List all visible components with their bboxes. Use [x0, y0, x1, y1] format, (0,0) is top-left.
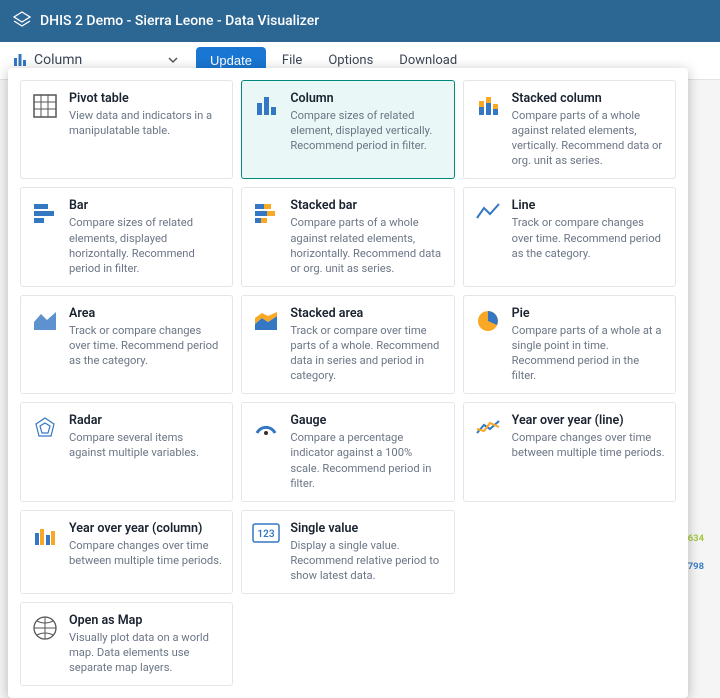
vis-type-body: Single value Display a single value. Rec… — [290, 521, 443, 583]
vis-type-body: Gauge Compare a percentage indicator aga… — [290, 413, 443, 490]
vis-type-card-yoy-column[interactable]: Year over year (column) Compare changes … — [20, 510, 233, 594]
vis-type-card-yoy-line[interactable]: Year over year (line) Compare changes ov… — [463, 402, 676, 501]
column-icon — [252, 93, 280, 121]
vis-type-card-bar[interactable]: Bar Compare sizes of related elements, d… — [20, 187, 233, 286]
vis-type-grid: Pivot table View data and indicators in … — [20, 80, 676, 686]
vis-type-body: Stacked column Compare parts of a whole … — [512, 91, 665, 168]
vis-type-body: Column Compare sizes of related element,… — [290, 91, 443, 168]
vis-type-body: Year over year (line) Compare changes ov… — [512, 413, 665, 490]
vis-type-card-stacked-bar[interactable]: Stacked bar Compare parts of a whole aga… — [241, 187, 454, 286]
svg-text:123: 123 — [258, 529, 275, 540]
vis-type-card-stacked-column[interactable]: Stacked column Compare parts of a whole … — [463, 80, 676, 179]
vis-type-body: Bar Compare sizes of related elements, d… — [69, 198, 222, 275]
bar-icon — [31, 200, 59, 228]
vis-type-body: Pivot table View data and indicators in … — [69, 91, 222, 168]
vis-type-title: Pivot table — [69, 91, 222, 106]
vis-type-body: Stacked bar Compare parts of a whole aga… — [290, 198, 443, 275]
single-value-icon: 123 — [252, 523, 280, 551]
vis-type-desc: Track or compare changes over time. Reco… — [512, 215, 665, 260]
vis-type-desc: Compare several items against multiple v… — [69, 430, 222, 460]
vis-type-desc: Track or compare changes over time. Reco… — [69, 323, 222, 368]
chevron-down-icon — [168, 55, 178, 65]
yoy-column-icon — [31, 523, 59, 551]
vis-type-title: Pie — [512, 306, 665, 321]
vis-type-card-pie[interactable]: Pie Compare parts of a whole at a single… — [463, 295, 676, 394]
line-icon — [474, 200, 502, 228]
vis-type-desc: View data and indicators in a manipulata… — [69, 108, 222, 138]
vis-type-desc: Display a single value. Recommend relati… — [290, 538, 443, 583]
vis-type-desc: Compare sizes of related elements, displ… — [69, 215, 222, 275]
app-header: DHIS 2 Demo - Sierra Leone - Data Visual… — [0, 0, 720, 42]
vis-type-card-gauge[interactable]: Gauge Compare a percentage indicator aga… — [241, 402, 454, 501]
stacked-area-icon — [252, 308, 280, 336]
vis-type-desc: Compare parts of a whole at a single poi… — [512, 323, 665, 383]
vis-type-desc: Track or compare over time parts of a wh… — [290, 323, 443, 383]
vis-type-title: Stacked area — [290, 306, 443, 321]
vis-type-body: Area Track or compare changes over time.… — [69, 306, 222, 383]
vis-type-desc: Compare sizes of related element, displa… — [290, 108, 443, 153]
radar-icon — [31, 415, 59, 443]
vis-type-card-column[interactable]: Column Compare sizes of related element,… — [241, 80, 454, 179]
app-title: DHIS 2 Demo - Sierra Leone - Data Visual… — [40, 13, 319, 29]
vis-type-body: Radar Compare several items against mult… — [69, 413, 222, 490]
vis-type-title: Stacked column — [512, 91, 665, 106]
vis-type-card-radar[interactable]: Radar Compare several items against mult… — [20, 402, 233, 501]
vis-type-desc: Compare a percentage indicator against a… — [290, 430, 443, 490]
stacked-column-icon — [474, 93, 502, 121]
vis-type-title: Bar — [69, 198, 222, 213]
vis-type-title: Gauge — [290, 413, 443, 428]
vis-type-card-pivot[interactable]: Pivot table View data and indicators in … — [20, 80, 233, 179]
vis-type-title: Area — [69, 306, 222, 321]
vis-type-title: Line — [512, 198, 665, 213]
vis-type-card-stacked-area[interactable]: Stacked area Track or compare over time … — [241, 295, 454, 394]
vis-type-body: Year over year (column) Compare changes … — [69, 521, 222, 583]
stacked-bar-icon — [252, 200, 280, 228]
vis-type-title: Single value — [290, 521, 443, 536]
vis-type-desc: Compare parts of a whole against related… — [290, 215, 443, 275]
column-icon — [12, 52, 28, 68]
map-icon — [31, 615, 59, 643]
vis-type-body: Pie Compare parts of a whole at a single… — [512, 306, 665, 383]
app-logo — [12, 11, 32, 31]
vis-type-desc: Compare parts of a whole against related… — [512, 108, 665, 168]
gauge-icon — [252, 415, 280, 443]
vis-type-title: Stacked bar — [290, 198, 443, 213]
vis-type-desc: Compare changes over time between multip… — [69, 538, 222, 568]
vis-type-card-line[interactable]: Line Track or compare changes over time.… — [463, 187, 676, 286]
vis-type-title: Year over year (column) — [69, 521, 222, 536]
yoy-line-icon — [474, 415, 502, 443]
area-icon — [31, 308, 59, 336]
vis-type-card-single-value[interactable]: 123 Single value Display a single value.… — [241, 510, 454, 594]
vis-type-card-area[interactable]: Area Track or compare changes over time.… — [20, 295, 233, 394]
vis-type-title: Column — [290, 91, 443, 106]
vis-type-dropdown: Pivot table View data and indicators in … — [8, 68, 688, 698]
vis-type-desc: Compare changes over time between multip… — [512, 430, 665, 460]
pivot-icon — [31, 93, 59, 121]
vis-type-title: Radar — [69, 413, 222, 428]
vis-type-body: Line Track or compare changes over time.… — [512, 198, 665, 275]
vis-type-desc: Visually plot data on a world map. Data … — [69, 630, 222, 675]
vis-type-title: Open as Map — [69, 613, 222, 628]
vis-type-title: Year over year (line) — [512, 413, 665, 428]
vis-type-body: Stacked area Track or compare over time … — [290, 306, 443, 383]
pie-icon — [474, 308, 502, 336]
vis-type-card-map[interactable]: Open as Map Visually plot data on a worl… — [20, 602, 233, 686]
vis-type-body: Open as Map Visually plot data on a worl… — [69, 613, 222, 675]
vis-type-label: Column — [34, 52, 162, 68]
dhis-logo-icon — [12, 11, 32, 31]
